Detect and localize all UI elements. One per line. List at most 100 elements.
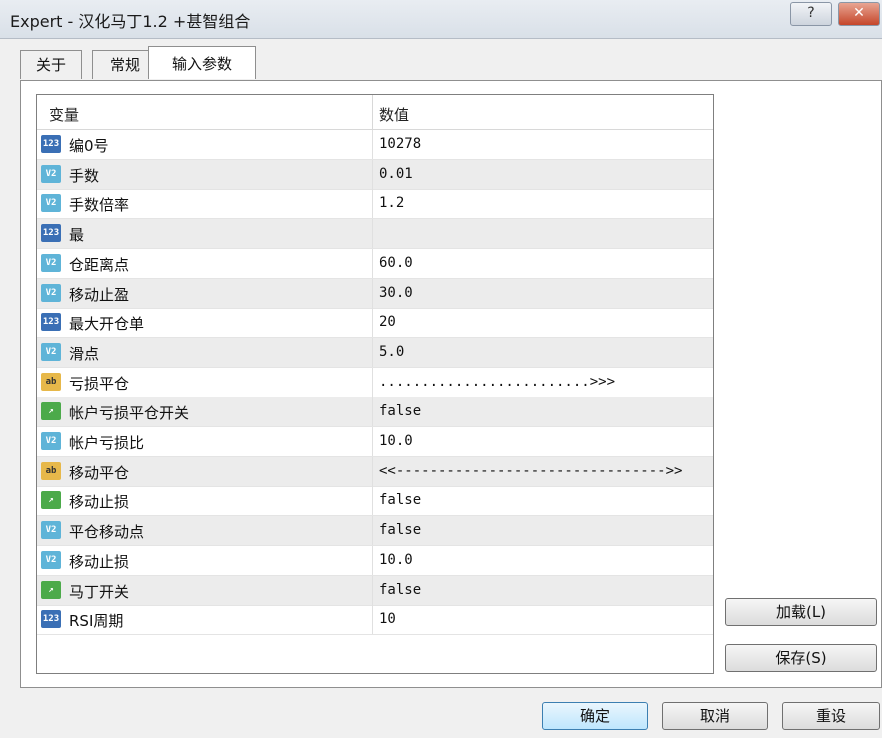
column-divider [372, 456, 373, 486]
parameter-name: 移动平仓 [69, 463, 130, 482]
parameter-name: 亏损平仓 [69, 374, 130, 393]
double-icon: V2 [41, 432, 61, 450]
double-icon: V2 [41, 550, 61, 569]
header-value[interactable]: 数值 [379, 104, 409, 125]
column-divider [372, 367, 373, 397]
parameter-value[interactable]: 60.0 [379, 255, 413, 271]
parameter-value[interactable]: false [379, 403, 421, 419]
parameter-value[interactable]: 30.0 [379, 285, 413, 301]
column-divider [372, 308, 373, 338]
integer-icon: 123 [41, 313, 61, 332]
parameter-value[interactable]: false [379, 492, 421, 508]
string-icon: ab [41, 461, 61, 480]
parameter-name: 最 [69, 226, 85, 245]
parameter-value[interactable]: 10278 [379, 136, 421, 152]
double-icon: V2 [41, 283, 61, 302]
parameter-value[interactable]: 10 [379, 611, 396, 627]
parameter-value[interactable]: 0.01 [379, 166, 413, 182]
grid-header: 变量 数值 [37, 95, 713, 130]
column-divider [372, 219, 373, 249]
table-row[interactable]: 123 最 [37, 219, 713, 250]
parameter-name: 手数倍率 [69, 196, 130, 215]
tab-about[interactable]: 关于 [20, 50, 82, 79]
double-icon: V2 [41, 194, 61, 213]
parameter-name: 马丁开关 [69, 582, 130, 601]
table-row[interactable]: ↗ 移动止损 false [37, 486, 713, 517]
column-divider [372, 516, 373, 546]
column-divider [372, 545, 373, 575]
table-row[interactable]: V2 移动止损 10.0 [37, 545, 713, 576]
column-divider [372, 397, 373, 427]
double-icon: V2 [41, 521, 61, 540]
table-row[interactable]: V2 手数 0.01 [37, 159, 713, 190]
table-row[interactable]: ab 亏损平仓 .........................>>> [37, 367, 713, 398]
column-divider [372, 605, 373, 635]
table-row[interactable]: V2 手数倍率 1.2 [37, 189, 713, 220]
parameter-name: 最大开仓单 [69, 315, 145, 334]
parameter-value[interactable]: 10.0 [379, 433, 413, 449]
parameter-name: 帐户亏损比 [69, 434, 145, 452]
parameter-name: 移动止损 [69, 493, 130, 512]
parameter-value[interactable]: false [379, 522, 421, 538]
parameter-name: 帐户亏损平仓开关 [69, 404, 190, 423]
parameter-value[interactable]: 5.0 [379, 344, 404, 360]
column-divider [372, 575, 373, 605]
integer-icon: 123 [41, 135, 61, 153]
close-button[interactable]: ✕ [838, 2, 880, 26]
column-divider [372, 159, 373, 189]
ok-button[interactable]: 确定 [542, 702, 648, 730]
help-button[interactable]: ? [790, 2, 832, 26]
integer-icon: 123 [41, 224, 61, 243]
table-row[interactable]: ↗ 马丁开关 false [37, 575, 713, 606]
table-row[interactable]: 123 最大开仓单 20 [37, 308, 713, 339]
table-row[interactable]: ab 移动平仓 <<--------------------------------… [37, 456, 713, 487]
header-variable[interactable]: 变量 [49, 104, 79, 125]
header-divider [372, 95, 373, 129]
parameter-name: 滑点 [69, 344, 100, 363]
integer-icon: 123 [41, 610, 61, 629]
table-row[interactable]: V2 移动止盈 30.0 [37, 278, 713, 309]
cancel-button[interactable]: 取消 [662, 702, 768, 730]
table-row[interactable]: ↗ 帐户亏损平仓开关 false [37, 397, 713, 428]
parameter-name: 手数 [69, 166, 100, 185]
parameter-value[interactable]: 10.0 [379, 552, 413, 568]
parameter-value[interactable]: 20 [379, 314, 396, 330]
column-divider [372, 337, 373, 367]
parameter-name: RSI周期 [69, 612, 124, 631]
parameters-grid: 变量 数值 123 编0号 10278 V2 手数 0.01 V2 手数倍率 1.2 123 最 V2… [36, 94, 714, 674]
tab-input-parameters[interactable]: 输入参数 [148, 46, 256, 79]
string-icon: ab [41, 372, 61, 391]
table-row[interactable]: V2 仓距离点 60.0 [37, 248, 713, 279]
window-title: Expert - 汉化马丁1.2 +甚智组合 [10, 12, 251, 31]
bool-icon: ↗ [41, 580, 61, 599]
double-icon: V2 [41, 164, 61, 183]
column-divider [372, 427, 373, 456]
column-divider [372, 248, 373, 278]
bool-icon: ↗ [41, 491, 61, 510]
table-row[interactable]: 123 RSI周期 10 [37, 605, 713, 636]
column-divider [372, 486, 373, 516]
parameter-name: 移动止盈 [69, 285, 130, 304]
column-divider [372, 189, 373, 219]
parameter-name: 移动止损 [69, 552, 130, 571]
bool-icon: ↗ [41, 402, 61, 421]
load-button[interactable]: 加载(L) [725, 598, 877, 626]
column-divider [372, 130, 373, 159]
parameter-value[interactable]: false [379, 582, 421, 598]
title-bar: Expert - 汉化马丁1.2 +甚智组合 ? ✕ [0, 0, 882, 39]
table-row[interactable]: 123 编0号 10278 [37, 130, 713, 160]
parameter-name: 编0号 [69, 137, 109, 155]
reset-button[interactable]: 重设 [782, 702, 880, 730]
parameter-value[interactable]: 1.2 [379, 195, 404, 211]
parameter-value[interactable]: <<-------------------------------->> [379, 463, 682, 479]
column-divider [372, 278, 373, 308]
parameter-value[interactable]: .........................>>> [379, 374, 615, 390]
parameter-name: 平仓移动点 [69, 523, 145, 542]
double-icon: V2 [41, 253, 61, 272]
parameter-name: 仓距离点 [69, 255, 130, 274]
table-row[interactable]: V2 平仓移动点 false [37, 516, 713, 547]
table-row[interactable]: V2 帐户亏损比 10.0 [37, 427, 713, 457]
save-button[interactable]: 保存(S) [725, 644, 877, 672]
table-row[interactable]: V2 滑点 5.0 [37, 337, 713, 368]
double-icon: V2 [41, 342, 61, 361]
